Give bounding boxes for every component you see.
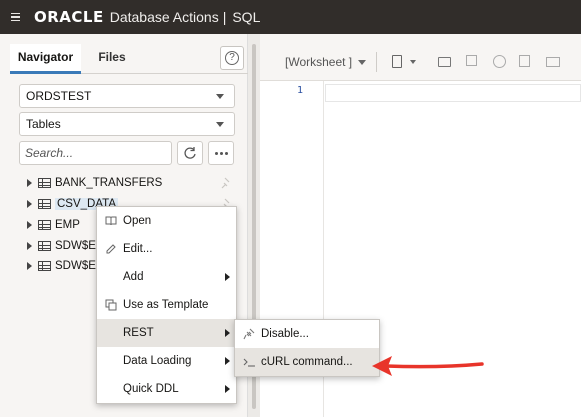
expand-icon[interactable] xyxy=(27,200,32,208)
refresh-icon xyxy=(184,147,196,159)
expand-icon[interactable] xyxy=(27,221,32,229)
tree-item-emp[interactable]: EMP xyxy=(27,215,80,235)
refresh-button[interactable] xyxy=(177,141,203,165)
app-header: ORACLE Database Actions | SQL xyxy=(0,0,581,34)
menu-item-edit[interactable]: Edit... xyxy=(97,235,236,263)
expand-icon[interactable] xyxy=(27,262,32,270)
tab-files[interactable]: Files xyxy=(90,44,134,74)
hamburger-icon[interactable] xyxy=(0,0,30,34)
oracle-logo: ORACLE xyxy=(34,8,104,26)
menu-item-use-as-template[interactable]: Use as Template xyxy=(97,291,236,319)
ellipsis-icon xyxy=(214,151,228,155)
table-icon xyxy=(38,261,51,271)
book-icon xyxy=(103,216,119,226)
submenu-arrow-icon xyxy=(225,273,230,281)
save-icon[interactable] xyxy=(466,55,477,66)
object-type-select[interactable]: Tables xyxy=(19,112,235,136)
tree-item-label: EMP xyxy=(55,219,80,231)
tab-navigator[interactable]: Navigator xyxy=(10,44,81,74)
menu-item-label: cURL command... xyxy=(261,356,353,368)
run-icon[interactable] xyxy=(493,55,506,68)
menu-item-label: Use as Template xyxy=(123,299,209,311)
table-icon xyxy=(38,199,51,209)
menu-item-label: Add xyxy=(123,271,144,283)
menu-item-disable[interactable]: Disable... xyxy=(235,320,379,348)
pin-icon[interactable] xyxy=(221,177,233,189)
navigator-tabs: Navigator Files ? xyxy=(10,44,248,74)
menu-item-label: Quick DDL xyxy=(123,383,179,395)
plug-icon xyxy=(241,328,257,340)
menu-item-label: Data Loading xyxy=(123,355,192,367)
table-icon xyxy=(38,241,51,251)
help-icon: ? xyxy=(225,51,239,65)
submenu-arrow-icon xyxy=(225,385,230,393)
schema-select[interactable]: ORDSTEST xyxy=(19,84,235,108)
line-number: 1 xyxy=(296,85,303,96)
chevron-down-icon[interactable] xyxy=(410,60,416,64)
chevron-down-icon[interactable] xyxy=(358,60,366,65)
more-options-button[interactable] xyxy=(208,141,234,165)
menu-item-open[interactable]: Open xyxy=(97,207,236,235)
submenu-arrow-icon xyxy=(225,357,230,365)
terminal-icon xyxy=(241,357,257,367)
table-icon xyxy=(38,220,51,230)
copy-icon xyxy=(103,299,119,311)
menu-item-data-loading[interactable]: Data Loading xyxy=(97,347,236,375)
tree-item-label: BANK_TRANSFERS xyxy=(55,177,163,189)
search-input[interactable] xyxy=(19,141,172,165)
menu-item-add[interactable]: Add xyxy=(97,263,236,291)
menu-item-label: Disable... xyxy=(261,328,309,340)
tree-item-sdw-2[interactable]: SDW$E xyxy=(27,256,96,276)
menu-item-quick-ddl[interactable]: Quick DDL xyxy=(97,375,236,403)
menu-item-label: Edit... xyxy=(123,243,153,255)
help-button[interactable]: ? xyxy=(220,46,244,70)
expand-icon[interactable] xyxy=(27,179,32,187)
page-title: SQL xyxy=(232,9,261,25)
table-icon xyxy=(38,178,51,188)
tree-item-bank-transfers[interactable]: BANK_TRANSFERS xyxy=(27,173,162,193)
toolbar-divider xyxy=(376,52,377,72)
context-menu: Open Edit... Add Use as Template REST Da… xyxy=(96,206,237,404)
menu-item-curl-command[interactable]: cURL command... xyxy=(235,348,379,376)
menu-item-rest[interactable]: REST xyxy=(97,319,236,347)
menu-item-label: Open xyxy=(123,215,152,227)
explain-plan-icon[interactable] xyxy=(546,57,560,67)
rest-submenu: Disable... cURL command... xyxy=(234,319,380,377)
annotation-arrow xyxy=(372,356,484,376)
current-line-highlight xyxy=(325,84,581,102)
object-type-select-value: Tables xyxy=(26,117,61,131)
open-folder-icon[interactable] xyxy=(438,57,451,67)
tree-item-sdw-1[interactable]: SDW$E xyxy=(27,236,96,256)
expand-icon[interactable] xyxy=(27,242,32,250)
pencil-icon xyxy=(103,243,119,255)
worksheet-toolbar: [Worksheet ] xyxy=(260,34,581,80)
header-separator: | xyxy=(222,9,227,25)
menu-item-label: REST xyxy=(123,327,154,339)
chevron-down-icon xyxy=(216,94,224,99)
tree-item-label: SDW$E xyxy=(55,260,96,272)
submenu-arrow-icon xyxy=(225,329,230,337)
tree-item-label: SDW$E xyxy=(55,240,96,252)
worksheet-title[interactable]: [Worksheet ] xyxy=(285,55,352,69)
new-worksheet-icon[interactable] xyxy=(392,55,402,68)
chevron-down-icon xyxy=(216,122,224,127)
schema-select-value: ORDSTEST xyxy=(26,89,92,103)
run-script-icon[interactable] xyxy=(519,55,530,67)
product-name: Database Actions xyxy=(109,9,219,25)
